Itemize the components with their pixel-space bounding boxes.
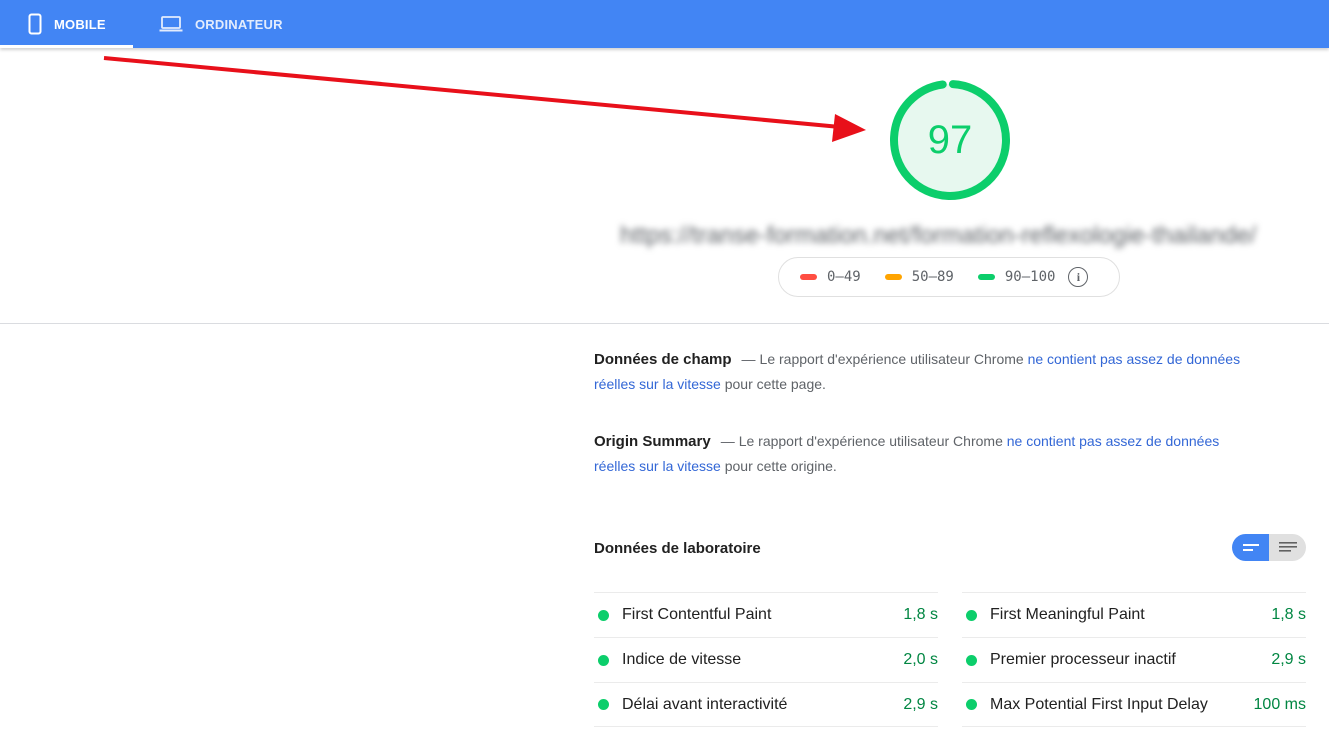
metric-value: 100 ms bbox=[1253, 695, 1306, 713]
pass-dot-icon bbox=[966, 699, 977, 710]
field-data-intro: Le rapport d'expérience utilisateur Chro… bbox=[759, 351, 1028, 367]
origin-summary-title: Origin Summary bbox=[594, 433, 711, 450]
legend-average-label: 50–89 bbox=[911, 269, 954, 285]
device-tab-bar: MOBILE ORDINATEUR bbox=[0, 0, 1329, 48]
compact-view-button[interactable] bbox=[1232, 534, 1269, 561]
metric-value: 2,9 s bbox=[903, 695, 938, 713]
metric-row: Indice de vitesse 2,0 s bbox=[594, 637, 938, 682]
fail-swatch bbox=[800, 274, 817, 280]
metric-value: 2,0 s bbox=[903, 651, 938, 668]
legend-fail-label: 0–49 bbox=[827, 269, 861, 285]
metric-row: Délai avant interactivité 2,9 s bbox=[594, 682, 938, 727]
laptop-icon bbox=[159, 15, 183, 33]
legend-average: 50–89 bbox=[884, 269, 954, 285]
active-tab-indicator bbox=[0, 45, 133, 48]
metric-name: Indice de vitesse bbox=[622, 651, 742, 668]
metric-name: Délai avant interactivité bbox=[622, 695, 788, 713]
tab-desktop[interactable]: ORDINATEUR bbox=[159, 0, 283, 48]
metric-row: First Contentful Paint 1,8 s bbox=[594, 592, 938, 637]
pass-dot-icon bbox=[966, 609, 977, 621]
field-data-dash: — bbox=[741, 351, 756, 367]
performance-score: 97 bbox=[927, 117, 973, 162]
expanded-view-button[interactable] bbox=[1269, 534, 1306, 561]
metric-row: Max Potential First Input Delay 100 ms bbox=[962, 682, 1306, 727]
tab-desktop-label: ORDINATEUR bbox=[195, 16, 283, 32]
metric-name: Premier processeur inactif bbox=[990, 651, 1176, 668]
expanded-list-icon bbox=[1278, 541, 1297, 552]
score-legend: 0–49 50–89 90–100 i bbox=[778, 257, 1120, 297]
origin-summary-intro: Le rapport d'expérience utilisateur Chro… bbox=[738, 433, 1007, 449]
average-swatch bbox=[884, 274, 902, 280]
lab-metrics-left: First Contentful Paint 1,8 s Indice de v… bbox=[594, 592, 938, 727]
metric-value: 1,8 s bbox=[1271, 606, 1306, 623]
lab-metrics-right: First Meaningful Paint 1,8 s Premier pro… bbox=[962, 592, 1306, 727]
lab-data-title: Données de laboratoire bbox=[594, 540, 761, 557]
pass-dot-icon bbox=[598, 609, 609, 621]
metric-row: First Meaningful Paint 1,8 s bbox=[962, 592, 1306, 637]
pass-dot-icon bbox=[598, 699, 609, 710]
tab-mobile-label: MOBILE bbox=[54, 16, 106, 32]
metric-value: 1,8 s bbox=[903, 606, 938, 623]
phone-icon bbox=[28, 13, 42, 35]
field-data-outro: pour cette page. bbox=[720, 376, 826, 392]
field-data-title: Données de champ bbox=[594, 351, 732, 368]
metric-value: 2,9 s bbox=[1271, 651, 1306, 668]
info-icon[interactable]: i bbox=[1068, 267, 1089, 287]
origin-summary-section: Origin Summary — Le rapport d'expérience u… bbox=[594, 429, 1254, 479]
origin-summary-dash: — bbox=[720, 433, 735, 449]
legend-fail: 0–49 bbox=[800, 269, 861, 285]
section-divider bbox=[0, 323, 1329, 324]
pass-dot-icon bbox=[966, 654, 977, 666]
tab-mobile[interactable]: MOBILE bbox=[28, 0, 106, 48]
pass-swatch bbox=[977, 274, 995, 280]
origin-summary-outro: pour cette origine. bbox=[720, 458, 837, 474]
metric-row: Premier processeur inactif 2,9 s bbox=[962, 637, 1306, 682]
pass-dot-icon bbox=[598, 654, 609, 666]
annotation-arrow bbox=[103, 56, 866, 142]
metric-name: First Contentful Paint bbox=[622, 606, 772, 623]
legend-pass: 90–100 bbox=[977, 269, 1056, 285]
tested-url: https://transe-formation.net/formation-r… bbox=[620, 222, 1257, 249]
compact-list-icon bbox=[1242, 543, 1259, 551]
legend-pass-label: 90–100 bbox=[1004, 269, 1056, 285]
metric-name: First Meaningful Paint bbox=[990, 606, 1145, 623]
metrics-view-toggle[interactable] bbox=[1232, 534, 1306, 561]
metric-name: Max Potential First Input Delay bbox=[990, 695, 1208, 713]
field-data-section: Données de champ — Le rapport d'expérience… bbox=[594, 347, 1254, 397]
